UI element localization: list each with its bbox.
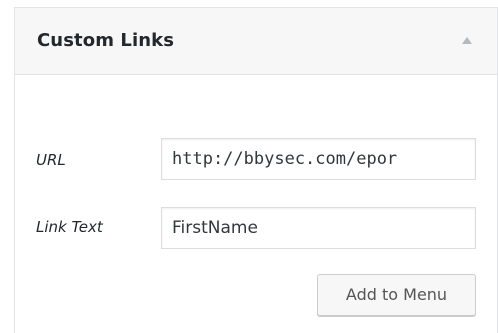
link-text-input[interactable] — [161, 207, 476, 249]
collapse-arrow-icon[interactable] — [462, 37, 472, 44]
url-input[interactable] — [161, 138, 476, 180]
add-to-menu-button[interactable]: Add to Menu — [317, 274, 476, 316]
custom-links-panel: Custom Links URL Link Text Add to Menu — [14, 7, 498, 333]
url-label: URL — [36, 151, 66, 169]
panel-title: Custom Links — [37, 30, 175, 51]
link-text-label: Link Text — [36, 218, 103, 236]
panel-header[interactable]: Custom Links — [15, 8, 497, 75]
